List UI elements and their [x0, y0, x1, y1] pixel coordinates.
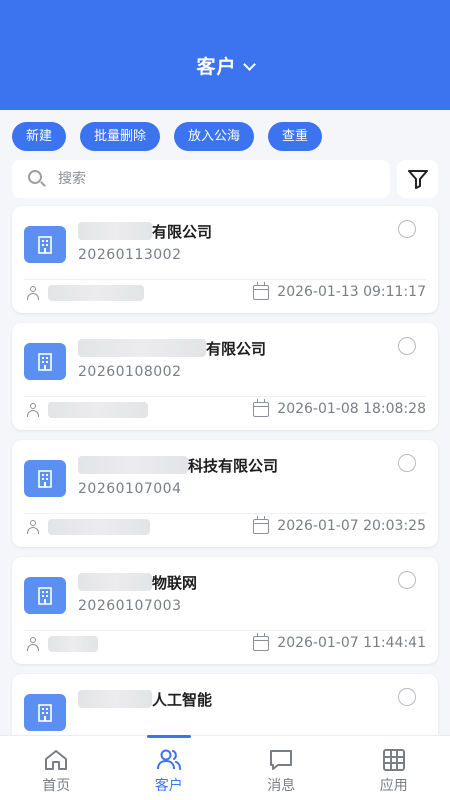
- select-radio[interactable]: [398, 571, 416, 589]
- customer-list: 有限公司 20260113002 2026-01-13 09:11:17 有限公…: [12, 206, 438, 735]
- customer-card[interactable]: 物联网 20260107003 2026-01-07 11:44:41: [12, 557, 438, 664]
- tab-apps[interactable]: 应用: [338, 736, 450, 800]
- header-bar: 客户: [0, 0, 450, 110]
- batch-delete-button[interactable]: 批量删除: [80, 122, 161, 151]
- customer-card[interactable]: 科技有限公司 20260107004 2026-01-07 20:03:25: [12, 440, 438, 547]
- redacted-owner: [48, 285, 144, 301]
- tab-home[interactable]: 首页: [0, 736, 113, 800]
- building-icon: [24, 226, 66, 263]
- created-time-text: 2026-01-13 09:11:17: [277, 284, 426, 300]
- select-radio[interactable]: [398, 688, 416, 706]
- created-time: 2026-01-08 18:08:28: [253, 398, 426, 417]
- duplicate-check-button[interactable]: 查重: [268, 122, 323, 151]
- tab-label: 客户: [154, 778, 183, 794]
- tab-label: 首页: [42, 778, 71, 794]
- calendar-icon: [253, 515, 270, 534]
- new-button[interactable]: 新建: [12, 122, 67, 151]
- move-to-pool-button[interactable]: 放入公海: [174, 122, 255, 151]
- home-icon: [45, 750, 68, 770]
- owner-info: [26, 285, 144, 301]
- tab-customers[interactable]: 客户: [113, 735, 226, 800]
- tab-messages[interactable]: 消息: [225, 736, 338, 800]
- building-icon: [24, 694, 66, 731]
- created-time: 2026-01-13 09:11:17: [253, 281, 426, 300]
- filter-button[interactable]: [397, 160, 438, 198]
- customer-name: 人工智能: [152, 690, 213, 709]
- created-time-text: 2026-01-08 18:08:28: [277, 401, 426, 417]
- select-radio[interactable]: [398, 220, 416, 238]
- person-icon: [26, 286, 40, 300]
- customer-type-dropdown[interactable]: 客户: [0, 52, 450, 79]
- created-time-text: 2026-01-07 11:44:41: [277, 635, 426, 651]
- customer-code: 20260107004: [78, 481, 182, 497]
- customer-code: 20260108002: [78, 364, 182, 380]
- customer-card[interactable]: 人工智能: [12, 674, 438, 735]
- divider: [24, 396, 426, 397]
- person-icon: [26, 403, 40, 417]
- redacted-name: [78, 573, 152, 591]
- divider: [24, 630, 426, 631]
- person-icon: [26, 520, 40, 534]
- created-time: 2026-01-07 20:03:25: [253, 515, 426, 534]
- users-icon: [156, 749, 181, 770]
- building-icon: [24, 460, 66, 497]
- building-icon: [24, 577, 66, 614]
- customer-name: 有限公司: [152, 222, 213, 241]
- page-title: 客户: [196, 56, 237, 78]
- customer-card[interactable]: 有限公司 20260108002 2026-01-08 18:08:28: [12, 323, 438, 430]
- building-icon: [24, 343, 66, 380]
- select-radio[interactable]: [398, 337, 416, 355]
- owner-info: [26, 636, 98, 652]
- redacted-name: [78, 222, 152, 240]
- search-box[interactable]: [12, 160, 390, 198]
- customer-code: 20260113002: [78, 247, 182, 263]
- grid-icon: [382, 749, 405, 771]
- active-indicator: [146, 735, 191, 738]
- divider: [24, 279, 426, 280]
- bottom-tab-bar: 首页 客户 消息 应用: [0, 735, 450, 800]
- redacted-owner: [48, 636, 98, 652]
- select-radio[interactable]: [398, 454, 416, 472]
- search-input[interactable]: [58, 171, 338, 187]
- person-icon: [26, 637, 40, 651]
- redacted-name: [78, 456, 188, 474]
- search-icon: [28, 170, 46, 188]
- customer-name: 有限公司: [206, 339, 267, 358]
- main-content: 新建 批量删除 放入公海 查重 有限公司 20260113002 2026-01…: [0, 110, 450, 735]
- redacted-owner: [48, 402, 148, 418]
- action-bar: 新建 批量删除 放入公海 查重: [12, 122, 323, 151]
- customer-card[interactable]: 有限公司 20260113002 2026-01-13 09:11:17: [12, 206, 438, 313]
- calendar-icon: [253, 398, 270, 417]
- calendar-icon: [253, 632, 270, 651]
- created-time: 2026-01-07 11:44:41: [253, 632, 426, 651]
- tab-label: 应用: [379, 778, 408, 794]
- customer-code: 20260107003: [78, 598, 182, 614]
- tab-label: 消息: [267, 778, 296, 794]
- created-time-text: 2026-01-07 20:03:25: [277, 518, 426, 534]
- divider: [24, 513, 426, 514]
- filter-icon: [407, 170, 428, 189]
- redacted-owner: [48, 519, 150, 535]
- redacted-name: [78, 339, 206, 357]
- customer-name: 物联网: [152, 573, 198, 592]
- owner-info: [26, 519, 150, 535]
- calendar-icon: [253, 281, 270, 300]
- customer-name: 科技有限公司: [188, 456, 279, 475]
- message-icon: [270, 750, 293, 770]
- redacted-name: [78, 690, 152, 708]
- chevron-down-icon: [242, 58, 256, 71]
- owner-info: [26, 402, 148, 418]
